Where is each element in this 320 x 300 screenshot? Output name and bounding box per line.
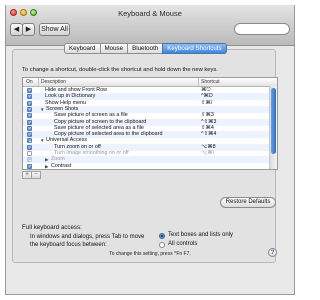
column-header-description[interactable]: Description: [41, 79, 66, 85]
shortcuts-table[interactable]: On Description Shortcut ✓ Hide and show F…: [22, 77, 278, 170]
help-button[interactable]: ?: [268, 248, 277, 257]
enable-checkbox[interactable]: [27, 138, 32, 144]
tab-keyboard[interactable]: Keyboard: [64, 43, 101, 54]
enable-checkbox[interactable]: ✓: [27, 163, 32, 169]
search-input[interactable]: [234, 23, 290, 35]
enable-checkbox[interactable]: ✓: [27, 100, 32, 106]
tab-mouse[interactable]: Mouse: [99, 43, 129, 54]
enable-checkbox[interactable]: ✓: [27, 132, 32, 138]
disclosure-collapsed-icon[interactable]: ▶: [45, 163, 48, 169]
column-header-on[interactable]: On: [26, 79, 33, 85]
enable-checkbox[interactable]: ✓: [27, 94, 32, 100]
column-divider: [198, 78, 199, 86]
radio-button[interactable]: [159, 242, 165, 248]
tab-keyboard-shortcuts[interactable]: Keyboard Shortcuts: [162, 43, 227, 54]
restore-defaults-button[interactable]: Restore Defaults: [220, 197, 276, 208]
enable-checkbox[interactable]: [27, 151, 32, 156]
radio-label[interactable]: Text boxes and lists only: [168, 232, 233, 238]
scrollbar-thumb[interactable]: [271, 88, 276, 154]
forward-button[interactable]: ▶: [22, 23, 35, 36]
enable-checkbox[interactable]: ✓: [27, 88, 32, 93]
enable-checkbox[interactable]: ✓: [27, 119, 32, 125]
show-all-button[interactable]: Show All: [39, 23, 70, 36]
vertical-scrollbar[interactable]: [269, 86, 277, 169]
tab-bar: Keyboard Mouse Bluetooth Keyboard Shortc…: [64, 43, 227, 54]
title-bar: Keyboard & Mouse ◀ ▶ Show All: [6, 5, 294, 46]
radio-button-selected[interactable]: [159, 233, 165, 239]
enable-checkbox[interactable]: ✓: [27, 144, 32, 150]
window-title: Keyboard & Mouse: [118, 9, 182, 18]
instructions-text: To change a shortcut, double-click the s…: [22, 67, 218, 73]
table-header: On Description Shortcut: [23, 78, 277, 87]
shortcut-description: Contrast: [51, 162, 72, 169]
radio-label[interactable]: All controls: [168, 241, 197, 247]
column-divider: [38, 78, 39, 86]
enable-checkbox[interactable]: ✓: [27, 106, 32, 112]
enable-checkbox[interactable]: [27, 157, 32, 163]
remove-shortcut-button[interactable]: −: [31, 171, 41, 179]
tab-bluetooth[interactable]: Bluetooth: [127, 43, 164, 54]
enable-checkbox[interactable]: ✓: [27, 113, 32, 119]
full-keyboard-access-description: In windows and dialogs, press Tab to mov…: [30, 234, 145, 248]
enable-checkbox[interactable]: ✓: [27, 125, 32, 131]
keyboard-access-hint: To change this setting, press ^Fn F7.: [109, 251, 191, 257]
table-row[interactable]: ✓ ▶ Contrast: [23, 162, 269, 169]
full-keyboard-access-label: Full keyboard access:: [22, 224, 82, 231]
column-header-shortcut[interactable]: Shortcut: [201, 79, 220, 85]
